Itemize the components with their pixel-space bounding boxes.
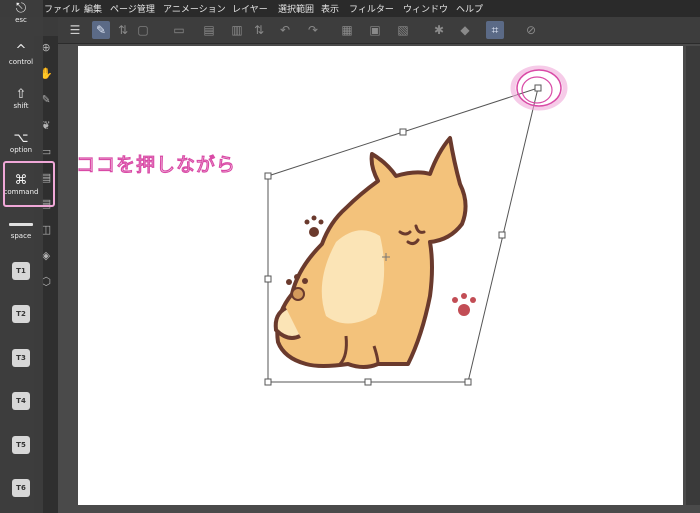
t5-key[interactable]: T5 (12, 436, 30, 454)
image-icon[interactable]: ▧ (394, 21, 412, 39)
menu-help[interactable]: ヘルプ (456, 2, 483, 15)
esc-icon: ⎋ (15, 1, 27, 16)
control-icon: ^ (15, 43, 27, 58)
vertical-scrollbar[interactable] (686, 46, 700, 505)
transform-handle[interactable] (464, 378, 472, 386)
artwork-layer (264, 65, 568, 386)
menu-filter[interactable]: フィルター (349, 2, 394, 15)
drawing-canvas[interactable] (78, 46, 683, 505)
edit-icon[interactable]: ✎ (92, 21, 110, 39)
control-key[interactable]: ^ control (3, 44, 39, 67)
menu-layer[interactable]: レイヤー (232, 2, 268, 15)
t6-key[interactable]: T6 (12, 479, 30, 497)
fill-icon[interactable]: ▣ (366, 21, 384, 39)
menu-bar: ファイル 編集 ページ管理 アニメーション レイヤー 選択範囲 表示 フィルター… (0, 0, 700, 17)
print-icon[interactable]: ▥ (228, 21, 246, 39)
t2-key[interactable]: T2 (12, 305, 30, 323)
keyboard-shortcut-panel: ⎋ esc ^ control ⇧ shift ⌥ option ⌘ comma… (0, 0, 43, 513)
shiba-dog-illustration (273, 136, 468, 369)
transform-handle[interactable] (364, 378, 372, 386)
menu-view[interactable]: 表示 (321, 2, 339, 15)
transform-handle[interactable] (399, 128, 407, 136)
settings-icon[interactable]: ✱ (430, 21, 448, 39)
shift-key[interactable]: ⇧ shift (3, 88, 39, 111)
transform-handle-corner[interactable] (534, 84, 542, 92)
t3-key[interactable]: T3 (12, 349, 30, 367)
shift-icon: ⇧ (15, 87, 27, 102)
edit-lock-icon[interactable]: ⊘ (522, 21, 540, 39)
open-folder-icon[interactable]: ▤ (200, 21, 218, 39)
transform-handle[interactable] (264, 378, 272, 386)
transform-handle[interactable] (498, 231, 506, 239)
layer-icon[interactable]: ▢ (134, 21, 152, 39)
option-icon: ⌥ (13, 131, 29, 146)
new-icon[interactable]: ▭ (170, 21, 188, 39)
transform-icon[interactable]: ⌗ (486, 21, 504, 39)
space-bar-icon (3, 218, 39, 232)
menu-edit[interactable]: 編集 (84, 2, 102, 15)
option-key[interactable]: ⌥ option (3, 132, 39, 155)
esc-key[interactable]: ⎋ esc (3, 2, 39, 25)
menu-window[interactable]: ウィンドウ (403, 2, 448, 15)
menu-selection[interactable]: 選択範囲 (278, 2, 314, 15)
hamburger-menu-icon[interactable]: ☰ (66, 21, 84, 39)
command-bar: ☰ ✎ ⇅ ▢ ▭ ▤ ▥ ⇅ ↶ ↷ ▦ ▣ ▧ ✱ ◆ ⌗ ⊘ (58, 17, 700, 44)
transform-handle[interactable] (264, 172, 272, 180)
updown-icon[interactable]: ⇅ (114, 21, 132, 39)
callout-text: ココを押しながら (75, 153, 237, 176)
redo-icon[interactable]: ↷ (304, 21, 322, 39)
color-icon[interactable]: ◆ (456, 21, 474, 39)
menu-animation[interactable]: アニメーション (163, 2, 226, 15)
space-key[interactable]: space (3, 218, 39, 241)
clear-icon[interactable]: ▦ (338, 21, 356, 39)
undo-icon[interactable]: ↶ (276, 21, 294, 39)
updown-icon[interactable]: ⇅ (250, 21, 268, 39)
menu-file[interactable]: ファイル (44, 2, 80, 15)
command-key-highlight (3, 161, 55, 207)
menu-page[interactable]: ページ管理 (110, 2, 155, 15)
t4-key[interactable]: T4 (12, 392, 30, 410)
transform-handle[interactable] (264, 275, 272, 283)
t1-key[interactable]: T1 (12, 262, 30, 280)
